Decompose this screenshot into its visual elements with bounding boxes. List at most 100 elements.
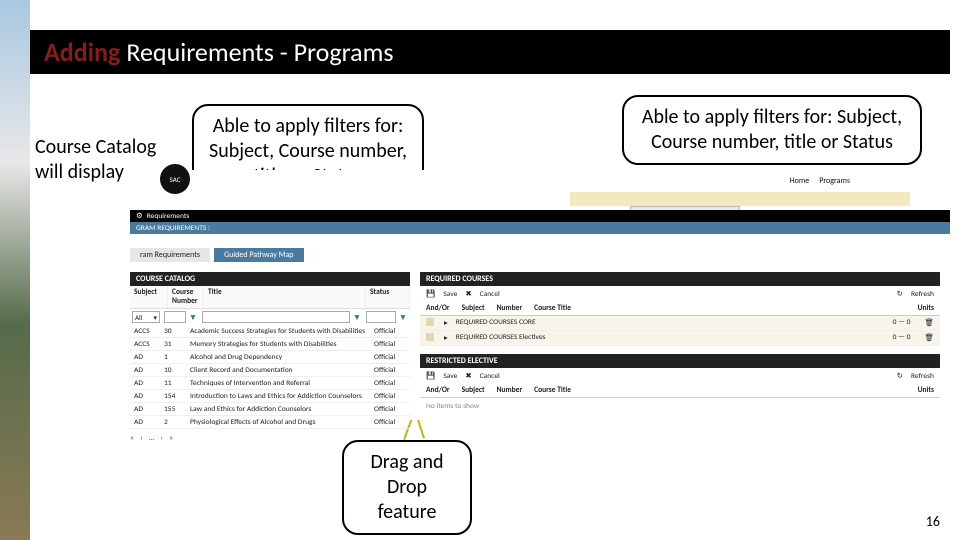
catalog-filter-inputs: All▾ ▼ ▼ ▼ (130, 309, 410, 325)
col-andor[interactable]: And/Or (426, 386, 450, 395)
cancel-icon: ✖ (465, 289, 471, 299)
row-handle-icon[interactable] (426, 333, 434, 341)
table-cell: 154 (160, 390, 186, 403)
col-subject[interactable]: Subject (462, 386, 485, 395)
pager: « ‹ … › » (130, 429, 410, 443)
row-label: REQUIRED COURSES Electives (456, 333, 885, 343)
required-toolbar: 💾Save ✖Cancel ↻Refresh (420, 286, 940, 302)
table-cell: 155 (160, 403, 186, 416)
col-subject[interactable]: Subject (462, 304, 485, 313)
row-handle-icon[interactable] (426, 318, 434, 326)
col-course-title[interactable]: Course Title (534, 304, 906, 313)
table-cell: Techniques of Intervention and Referral (186, 377, 370, 390)
tab-ram-requirements[interactable]: ram Requirements (130, 248, 210, 262)
tab-guided-pathway[interactable]: Guided Pathway Map (214, 248, 303, 262)
funnel-icon[interactable]: ▼ (398, 311, 408, 323)
table-row[interactable]: ACCS31Memory Strategies for Students wit… (130, 338, 410, 351)
title-filter-input[interactable] (202, 311, 350, 323)
pager-prev[interactable]: ‹ (140, 433, 143, 443)
table-cell: 2 (160, 416, 186, 429)
col-course-title[interactable]: Course Title (534, 386, 906, 395)
highlight-bar (570, 192, 910, 206)
table-row[interactable]: AD10Client Record and DocumentationOffic… (130, 364, 410, 377)
course-catalog-panel: COURSE CATALOG Subject Course Number Tit… (130, 272, 410, 443)
requirements-label: Requirements (147, 212, 190, 221)
delete-icon[interactable]: 🗑 (924, 333, 934, 343)
subject-filter-dropdown[interactable]: All▾ (132, 311, 160, 323)
callout-filters-right: Able to apply filters for: Subject, Cour… (622, 95, 922, 165)
col-number[interactable]: Number (497, 386, 523, 395)
expand-icon[interactable]: ▸ (444, 333, 448, 343)
nav-programs[interactable]: Programs (819, 176, 850, 186)
title-rest: Requirements - Programs (126, 36, 393, 68)
table-cell: Official (370, 403, 410, 416)
required-course-row[interactable]: ▸ REQUIRED COURSES Electives 0 — 0 🗑 (420, 331, 940, 346)
required-course-row[interactable]: ▸REQUIRED COURSES CORE0 — 0🗑 (420, 316, 940, 331)
pager-next[interactable]: › (160, 433, 163, 443)
number-filter-input[interactable] (164, 311, 186, 323)
background-photo-strip (0, 0, 30, 540)
refresh-button[interactable]: Refresh (911, 290, 934, 299)
funnel-icon[interactable]: ▼ (352, 311, 362, 323)
col-units[interactable]: Units (918, 386, 934, 395)
status-filter-input[interactable] (366, 311, 396, 323)
table-cell: Memory Strategies for Students with Disa… (186, 338, 370, 351)
catalog-column-headers: Subject Course Number Title Status (130, 286, 410, 309)
nav-home[interactable]: Home (790, 176, 810, 186)
table-cell: Official (370, 416, 410, 429)
gear-icon: ⚙ (136, 211, 143, 221)
table-cell: 11 (160, 377, 186, 390)
title-accent: Adding (44, 36, 120, 68)
table-cell: Official (370, 364, 410, 377)
table-cell: Alcohol and Drug Dependency (186, 351, 370, 364)
table-cell: 10 (160, 364, 186, 377)
catalog-table: ACCS30Academic Success Strategies for St… (130, 325, 410, 429)
required-courses-panel: REQUIRED COURSES 💾Save ✖Cancel ↻Refresh … (420, 272, 940, 415)
restricted-empty-message: No items to show (420, 398, 940, 415)
save-button[interactable]: Save (443, 290, 457, 299)
funnel-icon[interactable]: ▼ (188, 311, 198, 323)
cancel-button[interactable]: Cancel (480, 372, 500, 381)
refresh-button[interactable]: Refresh (911, 372, 934, 381)
table-cell: AD (130, 364, 160, 377)
col-units[interactable]: Units (918, 304, 934, 313)
table-cell: AD (130, 390, 160, 403)
col-number[interactable]: Number (497, 304, 523, 313)
requirements-heading: ⚙ Requirements (130, 210, 950, 222)
refresh-icon: ↻ (897, 371, 903, 381)
table-row[interactable]: AD154Introduction to Laws and Ethics for… (130, 390, 410, 403)
restricted-column-headers: And/Or Subject Number Course Title Units (420, 384, 940, 398)
table-cell: ACCS (130, 338, 160, 351)
table-cell: Physiological Effects of Alcohol and Dru… (186, 416, 370, 429)
required-column-headers: And/Or Subject Number Course Title Units (420, 302, 940, 316)
top-nav: Home Programs (790, 176, 850, 186)
table-row[interactable]: AD1Alcohol and Drug DependencyOfficial (130, 351, 410, 364)
table-row[interactable]: ACCS30Academic Success Strategies for St… (130, 325, 410, 338)
table-cell: Official (370, 325, 410, 338)
cancel-button[interactable]: Cancel (480, 290, 500, 299)
table-cell: ACCS (130, 325, 160, 338)
table-row[interactable]: AD11Techniques of Intervention and Refer… (130, 377, 410, 390)
col-subject[interactable]: Subject (130, 286, 168, 308)
row-units: 0 — 0 (893, 333, 911, 343)
pager-first[interactable]: « (130, 433, 134, 443)
expand-icon[interactable]: ▸ (444, 318, 448, 328)
gram-requirements-bar: GRAM REQUIREMENTS : (130, 222, 950, 234)
required-courses-header: REQUIRED COURSES (420, 272, 940, 286)
college-logo: SAC (160, 164, 190, 194)
col-status[interactable]: Status (366, 286, 410, 308)
app-header: SAC Home Programs (130, 170, 950, 190)
table-row[interactable]: AD155Law and Ethics for Addiction Counse… (130, 403, 410, 416)
table-cell: Official (370, 390, 410, 403)
table-cell: Official (370, 351, 410, 364)
delete-icon[interactable]: 🗑 (924, 318, 934, 328)
save-button[interactable]: Save (443, 372, 457, 381)
cancel-icon: ✖ (465, 371, 471, 381)
table-row[interactable]: AD2Physiological Effects of Alcohol and … (130, 416, 410, 429)
table-cell: Academic Success Strategies for Students… (186, 325, 370, 338)
table-cell: Law and Ethics for Addiction Counselors (186, 403, 370, 416)
col-title[interactable]: Title (204, 286, 366, 308)
col-andor[interactable]: And/Or (426, 304, 450, 313)
col-course-number[interactable]: Course Number (168, 286, 204, 308)
pager-last[interactable]: » (169, 433, 173, 443)
